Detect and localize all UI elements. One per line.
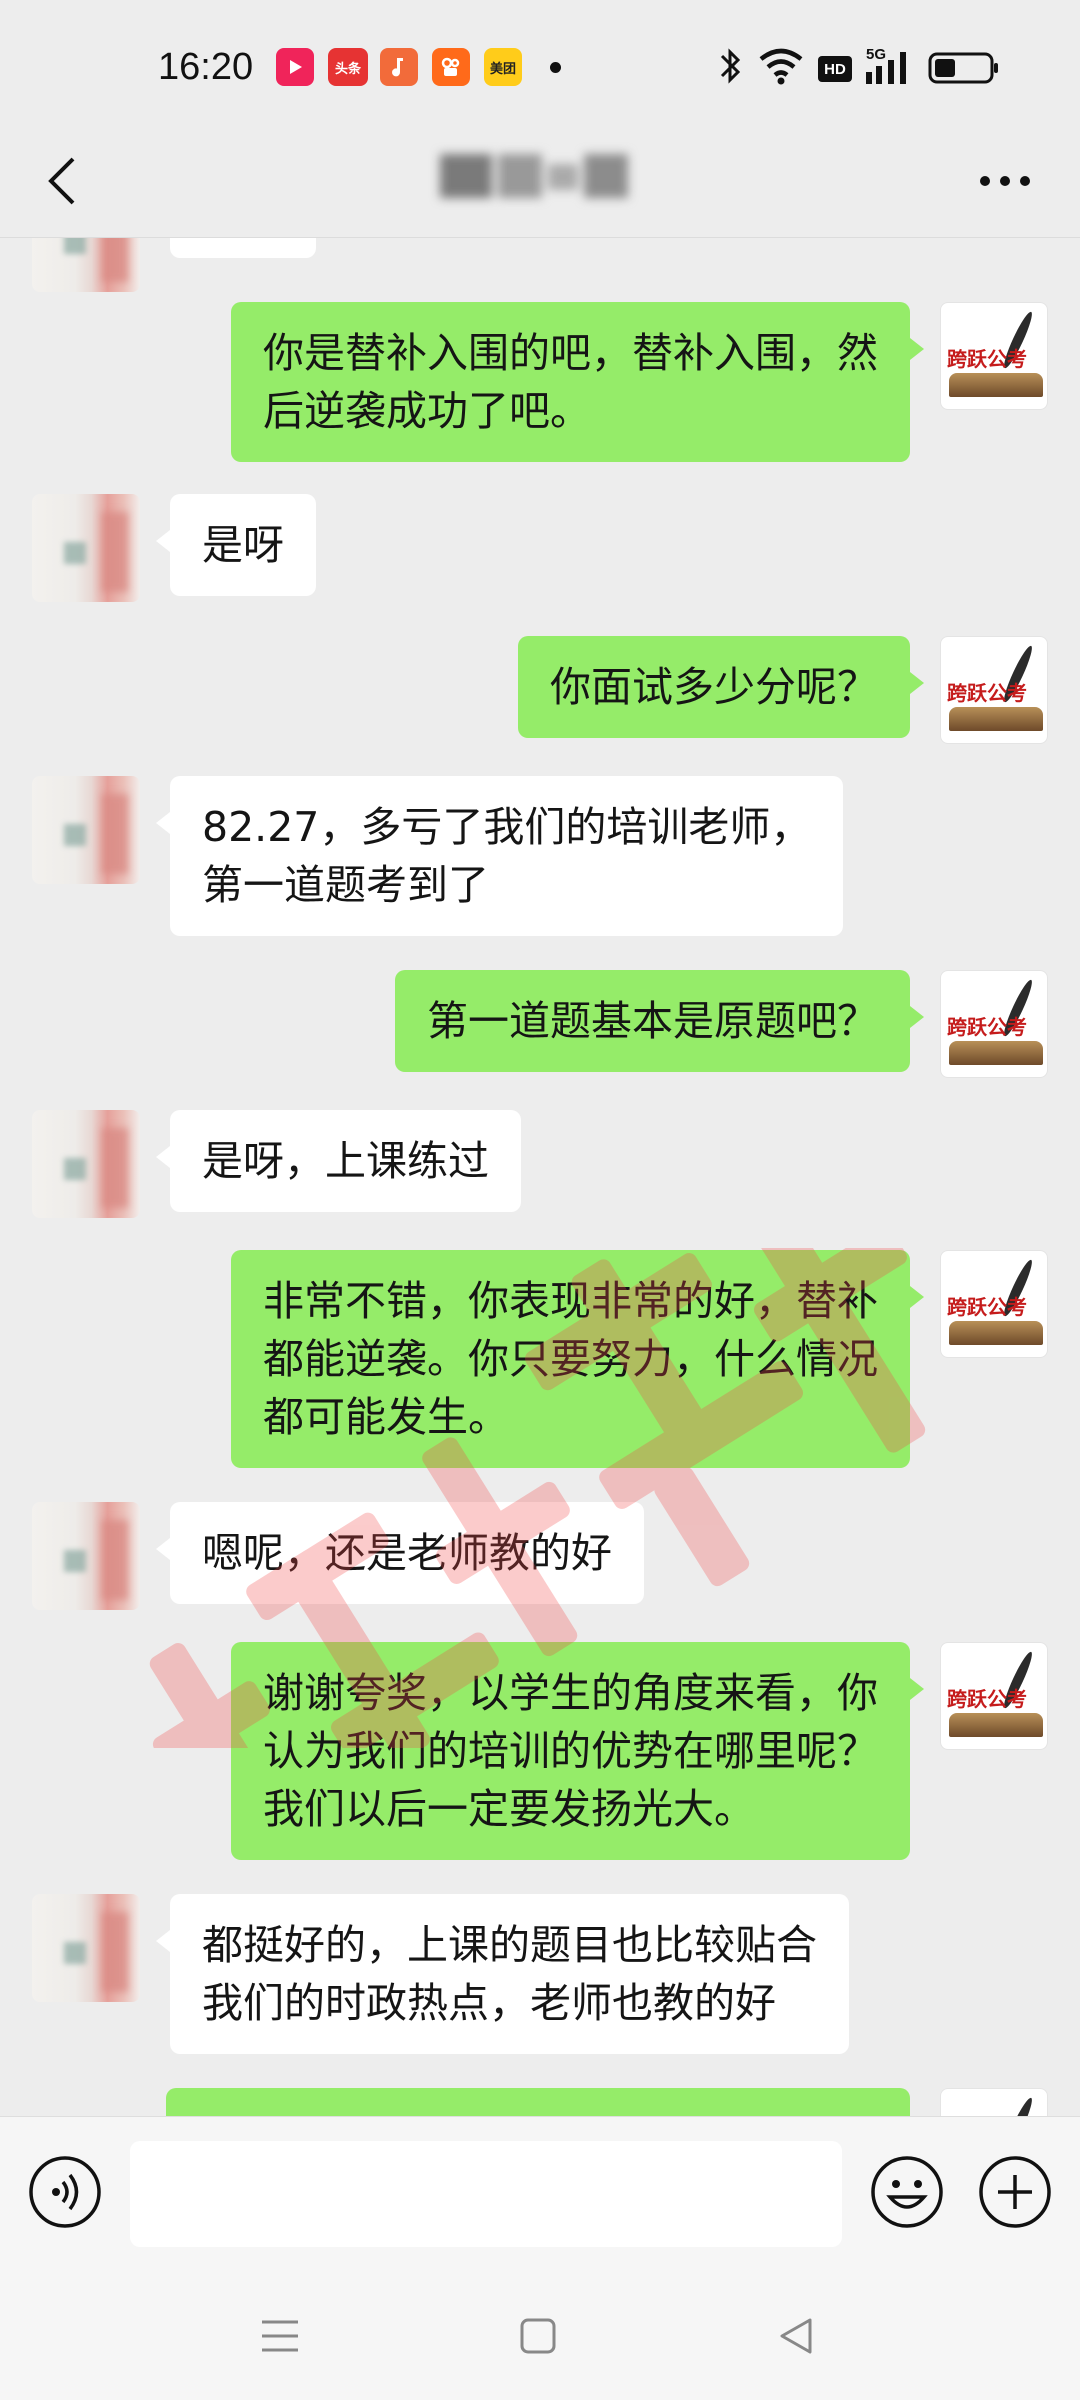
plus-icon: [979, 2156, 1051, 2228]
back-arrow-icon: [48, 157, 75, 205]
home-button[interactable]: [508, 2306, 568, 2366]
my-avatar[interactable]: 跨跃公考: [940, 1642, 1048, 1750]
avatar-brand-text: 跨跃公考: [947, 1295, 1027, 1319]
toutiao-app-icon: 头条: [328, 48, 368, 86]
outgoing-message[interactable]: 你面试多少分呢？: [518, 636, 924, 738]
avatar-brand-text: 跨跃公考: [947, 681, 1027, 705]
outgoing-message[interactable]: 第一道题基本是原题吧？: [395, 970, 924, 1072]
emoji-icon: [871, 2156, 943, 2228]
incoming-message[interactable]: 都挺好的，上课的题目也比较贴合 我们的时政热点，老师也教的好: [156, 1894, 849, 2054]
incoming-message[interactable]: 嗯呢，还是老师教的好: [156, 1502, 644, 1604]
contact-avatar[interactable]: [32, 1894, 140, 2002]
avatar-brand-text: 跨跃公考: [947, 1015, 1027, 1039]
incoming-message[interactable]: 是呀: [156, 494, 316, 596]
my-avatar[interactable]: 跨跃公考: [940, 1250, 1048, 1358]
outgoing-message[interactable]: [166, 2088, 910, 2116]
battery-icon: [928, 52, 998, 84]
menu-icon: [262, 2320, 298, 2352]
chat-area[interactable]: 是呀 跨跃公考 你是替补入围的吧，替补入围，然 后逆袭成功了吧。 是呀 跨跃公考…: [0, 238, 1080, 2116]
contact-avatar[interactable]: [32, 494, 140, 602]
chat-title: [440, 148, 630, 204]
video-app-icon: [276, 48, 314, 86]
back-nav-button[interactable]: [766, 2306, 826, 2366]
outgoing-message[interactable]: 你是替补入围的吧，替补入围，然 后逆袭成功了吧。: [231, 302, 924, 462]
title-bar: [0, 130, 1080, 238]
contact-avatar[interactable]: [32, 1110, 140, 1218]
message-input[interactable]: [130, 2141, 842, 2247]
incoming-message[interactable]: 是呀: [170, 238, 316, 258]
kuaishou-app-icon: [432, 48, 470, 86]
plus-button[interactable]: [978, 2155, 1052, 2229]
outgoing-message[interactable]: 谢谢夸奖，以学生的角度来看，你 认为我们的培训的优势在哪里呢？ 我们以后一定要发…: [231, 1642, 924, 1860]
incoming-message[interactable]: 82.27，多亏了我们的培训老师， 第一道题考到了: [155, 776, 844, 936]
my-avatar[interactable]: [940, 2088, 1048, 2116]
contact-avatar[interactable]: [32, 1502, 140, 1610]
meituan-app-icon: 美团: [484, 48, 522, 86]
bluetooth-icon: [720, 48, 741, 84]
avatar-brand-text: 跨跃公考: [947, 1687, 1027, 1711]
music-app-icon: [380, 48, 418, 86]
back-button[interactable]: [28, 146, 98, 216]
my-avatar[interactable]: 跨跃公考: [940, 970, 1048, 1078]
recent-apps-button[interactable]: [250, 2306, 310, 2366]
outgoing-message[interactable]: 非常不错，你表现非常的好，替补 都能逆袭。你只要努力，什么情况 都可能发生。: [231, 1250, 924, 1468]
wifi-icon: [759, 48, 803, 85]
voice-button[interactable]: [28, 2155, 102, 2229]
avatar-brand-text: 跨跃公考: [947, 347, 1027, 371]
status-time: 16:20: [158, 46, 254, 88]
more-dots-icon: [980, 176, 1030, 186]
status-bar: 16:20 头条 美团 HD 5G: [0, 0, 1080, 130]
signal-icon: [866, 52, 906, 84]
incoming-message[interactable]: 是呀，上课练过: [156, 1110, 521, 1212]
home-square-icon: [520, 2318, 556, 2354]
system-nav-bar: [0, 2276, 1080, 2400]
back-triangle-icon: [780, 2318, 812, 2354]
my-avatar[interactable]: 跨跃公考: [940, 636, 1048, 744]
contact-avatar[interactable]: [32, 776, 140, 884]
my-avatar[interactable]: 跨跃公考: [940, 302, 1048, 410]
emoji-button[interactable]: [870, 2155, 944, 2229]
voice-icon: [29, 2156, 101, 2228]
contact-avatar[interactable]: [32, 238, 140, 292]
more-options-button[interactable]: [966, 146, 1044, 216]
notification-dot: [550, 62, 561, 73]
hd-badge: HD: [818, 56, 852, 82]
input-bar: [0, 2116, 1080, 2276]
